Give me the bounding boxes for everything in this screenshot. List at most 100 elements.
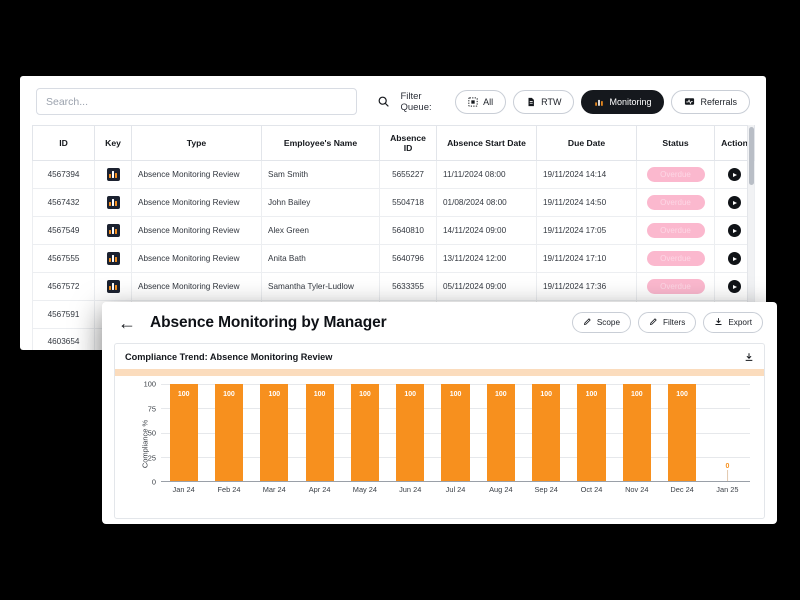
cell-status: Overdue: [636, 244, 715, 273]
export-button[interactable]: Export: [703, 312, 763, 333]
cell-start-date: 05/11/2024 09:00: [436, 272, 537, 301]
x-axis-tick: May 24: [352, 485, 378, 494]
chart-bar-column[interactable]: 100: [206, 384, 251, 481]
chart-download-icon[interactable]: [744, 352, 754, 362]
chart-bar-column[interactable]: 100: [388, 384, 433, 481]
table-row[interactable]: 4567394 Absence Monitoring Review Sam Smit…: [32, 160, 755, 189]
play-icon[interactable]: [728, 280, 741, 293]
chart-bar[interactable]: 100: [396, 384, 425, 481]
table-header-row: ID Key Type Employee's Name Absence ID A…: [32, 125, 755, 161]
chart-bar[interactable]: 100: [350, 384, 379, 481]
chart-bar-column[interactable]: 100: [524, 384, 569, 481]
play-icon[interactable]: [728, 196, 741, 209]
pulse-icon: [684, 96, 695, 107]
column-header-id[interactable]: ID: [32, 125, 95, 161]
column-header-start-date[interactable]: Absence Start Date: [436, 125, 537, 161]
cell-type: Absence Monitoring Review: [131, 160, 262, 189]
cell-employee: John Bailey: [261, 188, 380, 217]
chart-bars: 100 100 100 100 100 100 100 100 100 100 100 100 0: [161, 384, 750, 481]
chart-bar[interactable]: 100: [668, 384, 697, 481]
column-header-type[interactable]: Type: [131, 125, 262, 161]
search-input[interactable]: [36, 88, 358, 115]
bar-chart-icon: [106, 224, 120, 237]
cell-employee: Samantha Tyler-Ludlow: [261, 272, 380, 301]
column-header-absence-id[interactable]: Absence ID: [379, 125, 437, 161]
table-row[interactable]: 4567549 Absence Monitoring Review Alex Gre…: [32, 216, 755, 245]
filter-chip-monitoring[interactable]: Monitoring: [581, 89, 665, 114]
cell-status: Overdue: [636, 188, 715, 217]
chart-bar-value: 100: [359, 391, 371, 398]
x-axis-tick: Jan 24: [172, 485, 195, 494]
cell-absence-id: 5504718: [379, 188, 437, 217]
chart-bar[interactable]: 100: [532, 384, 561, 481]
cell-start-date: 11/11/2024 08:00: [436, 160, 537, 189]
column-header-key[interactable]: Key: [94, 125, 132, 161]
chart-bar-column[interactable]: 100: [342, 384, 387, 481]
cell-employee: Alex Green: [261, 216, 380, 245]
arrow-left-icon[interactable]: ←: [114, 314, 140, 332]
table-row[interactable]: 4567432 Absence Monitoring Review John Bai…: [32, 188, 755, 217]
bar-chart-icon: [594, 97, 604, 107]
column-header-status[interactable]: Status: [636, 125, 715, 161]
chart-bar[interactable]: 100: [441, 384, 470, 481]
chart-bar-column[interactable]: 100: [614, 384, 659, 481]
column-header-due-date[interactable]: Due Date: [536, 125, 637, 161]
chart-bar-column[interactable]: 100: [433, 384, 478, 481]
x-axis-tick: Aug 24: [489, 485, 513, 494]
filter-chip-rtw[interactable]: RTW: [513, 89, 575, 114]
table-vertical-scrollbar[interactable]: [747, 125, 754, 323]
y-axis-tick: 0: [151, 477, 156, 487]
pencil-icon: [583, 317, 592, 328]
cell-start-date: 14/11/2024 09:00: [436, 216, 537, 245]
chart-bar-value: 100: [223, 391, 235, 398]
chart-bar[interactable]: 100: [577, 384, 606, 481]
filter-chip-rtw-label: RTW: [541, 96, 562, 107]
screenshot-stage: Filter Queue: All: [0, 0, 800, 600]
chart-bar-value: 100: [177, 391, 190, 398]
chart-bar-column[interactable]: 100: [569, 384, 614, 481]
scope-button[interactable]: Scope: [571, 312, 632, 333]
chart-zero-marker[interactable]: 0: [725, 463, 729, 481]
chart-bar-column[interactable]: 100: [252, 384, 297, 481]
chart-bar[interactable]: 100: [305, 384, 334, 481]
chart-bar[interactable]: 100: [260, 384, 289, 481]
filters-button[interactable]: Filters: [638, 312, 697, 333]
column-header-employee[interactable]: Employee's Name: [261, 125, 380, 161]
chart-bar-column[interactable]: 100: [297, 384, 342, 481]
chart-title: Compliance Trend: Absence Monitoring Rev…: [125, 352, 333, 362]
chart-bar-value: 100: [268, 391, 281, 398]
cell-key: [94, 160, 132, 189]
chart-bar[interactable]: 100: [486, 384, 515, 481]
chart-zero-stem: [726, 470, 728, 481]
chart-bar-value: 100: [313, 391, 326, 398]
filter-chip-referrals[interactable]: Referrals: [671, 89, 750, 114]
search-icon[interactable]: [377, 95, 390, 108]
chart-bar[interactable]: 100: [214, 384, 244, 481]
chart-bar-column[interactable]: 0: [705, 384, 750, 481]
status-badge: Overdue: [646, 279, 705, 294]
x-axis-tick: Apr 24: [308, 485, 331, 494]
play-icon[interactable]: [728, 224, 741, 237]
scan-frame-icon: [468, 96, 478, 107]
table-row[interactable]: 4567572 Absence Monitoring Review Samantha…: [32, 272, 755, 301]
chart-card-header: Compliance Trend: Absence Monitoring Rev…: [115, 344, 764, 369]
cell-absence-id: 5640796: [379, 244, 437, 273]
play-icon[interactable]: [728, 168, 741, 181]
scrollbar-thumb[interactable]: [749, 127, 754, 185]
cell-id: 4567555: [32, 244, 95, 273]
chart-bar[interactable]: 100: [169, 384, 198, 481]
cell-absence-id: 5633355: [379, 272, 437, 301]
table-row[interactable]: 4567555 Absence Monitoring Review Anita Ba…: [32, 244, 755, 273]
cell-key: [94, 272, 132, 301]
play-icon[interactable]: [728, 252, 741, 265]
chart-bar-column[interactable]: 100: [161, 384, 206, 481]
chart-bar[interactable]: 100: [622, 384, 651, 481]
cell-due-date: 19/11/2024 17:05: [536, 216, 637, 245]
chart-bar-column[interactable]: 100: [659, 384, 704, 481]
bar-chart-icon: [106, 196, 120, 209]
filter-chip-all[interactable]: All: [455, 89, 507, 114]
chart-bar-column[interactable]: 100: [478, 384, 523, 481]
cell-id: 4567572: [32, 272, 95, 301]
cell-id: 4567432: [32, 188, 95, 217]
compliance-trend-card: Compliance Trend: Absence Monitoring Rev…: [114, 343, 765, 519]
